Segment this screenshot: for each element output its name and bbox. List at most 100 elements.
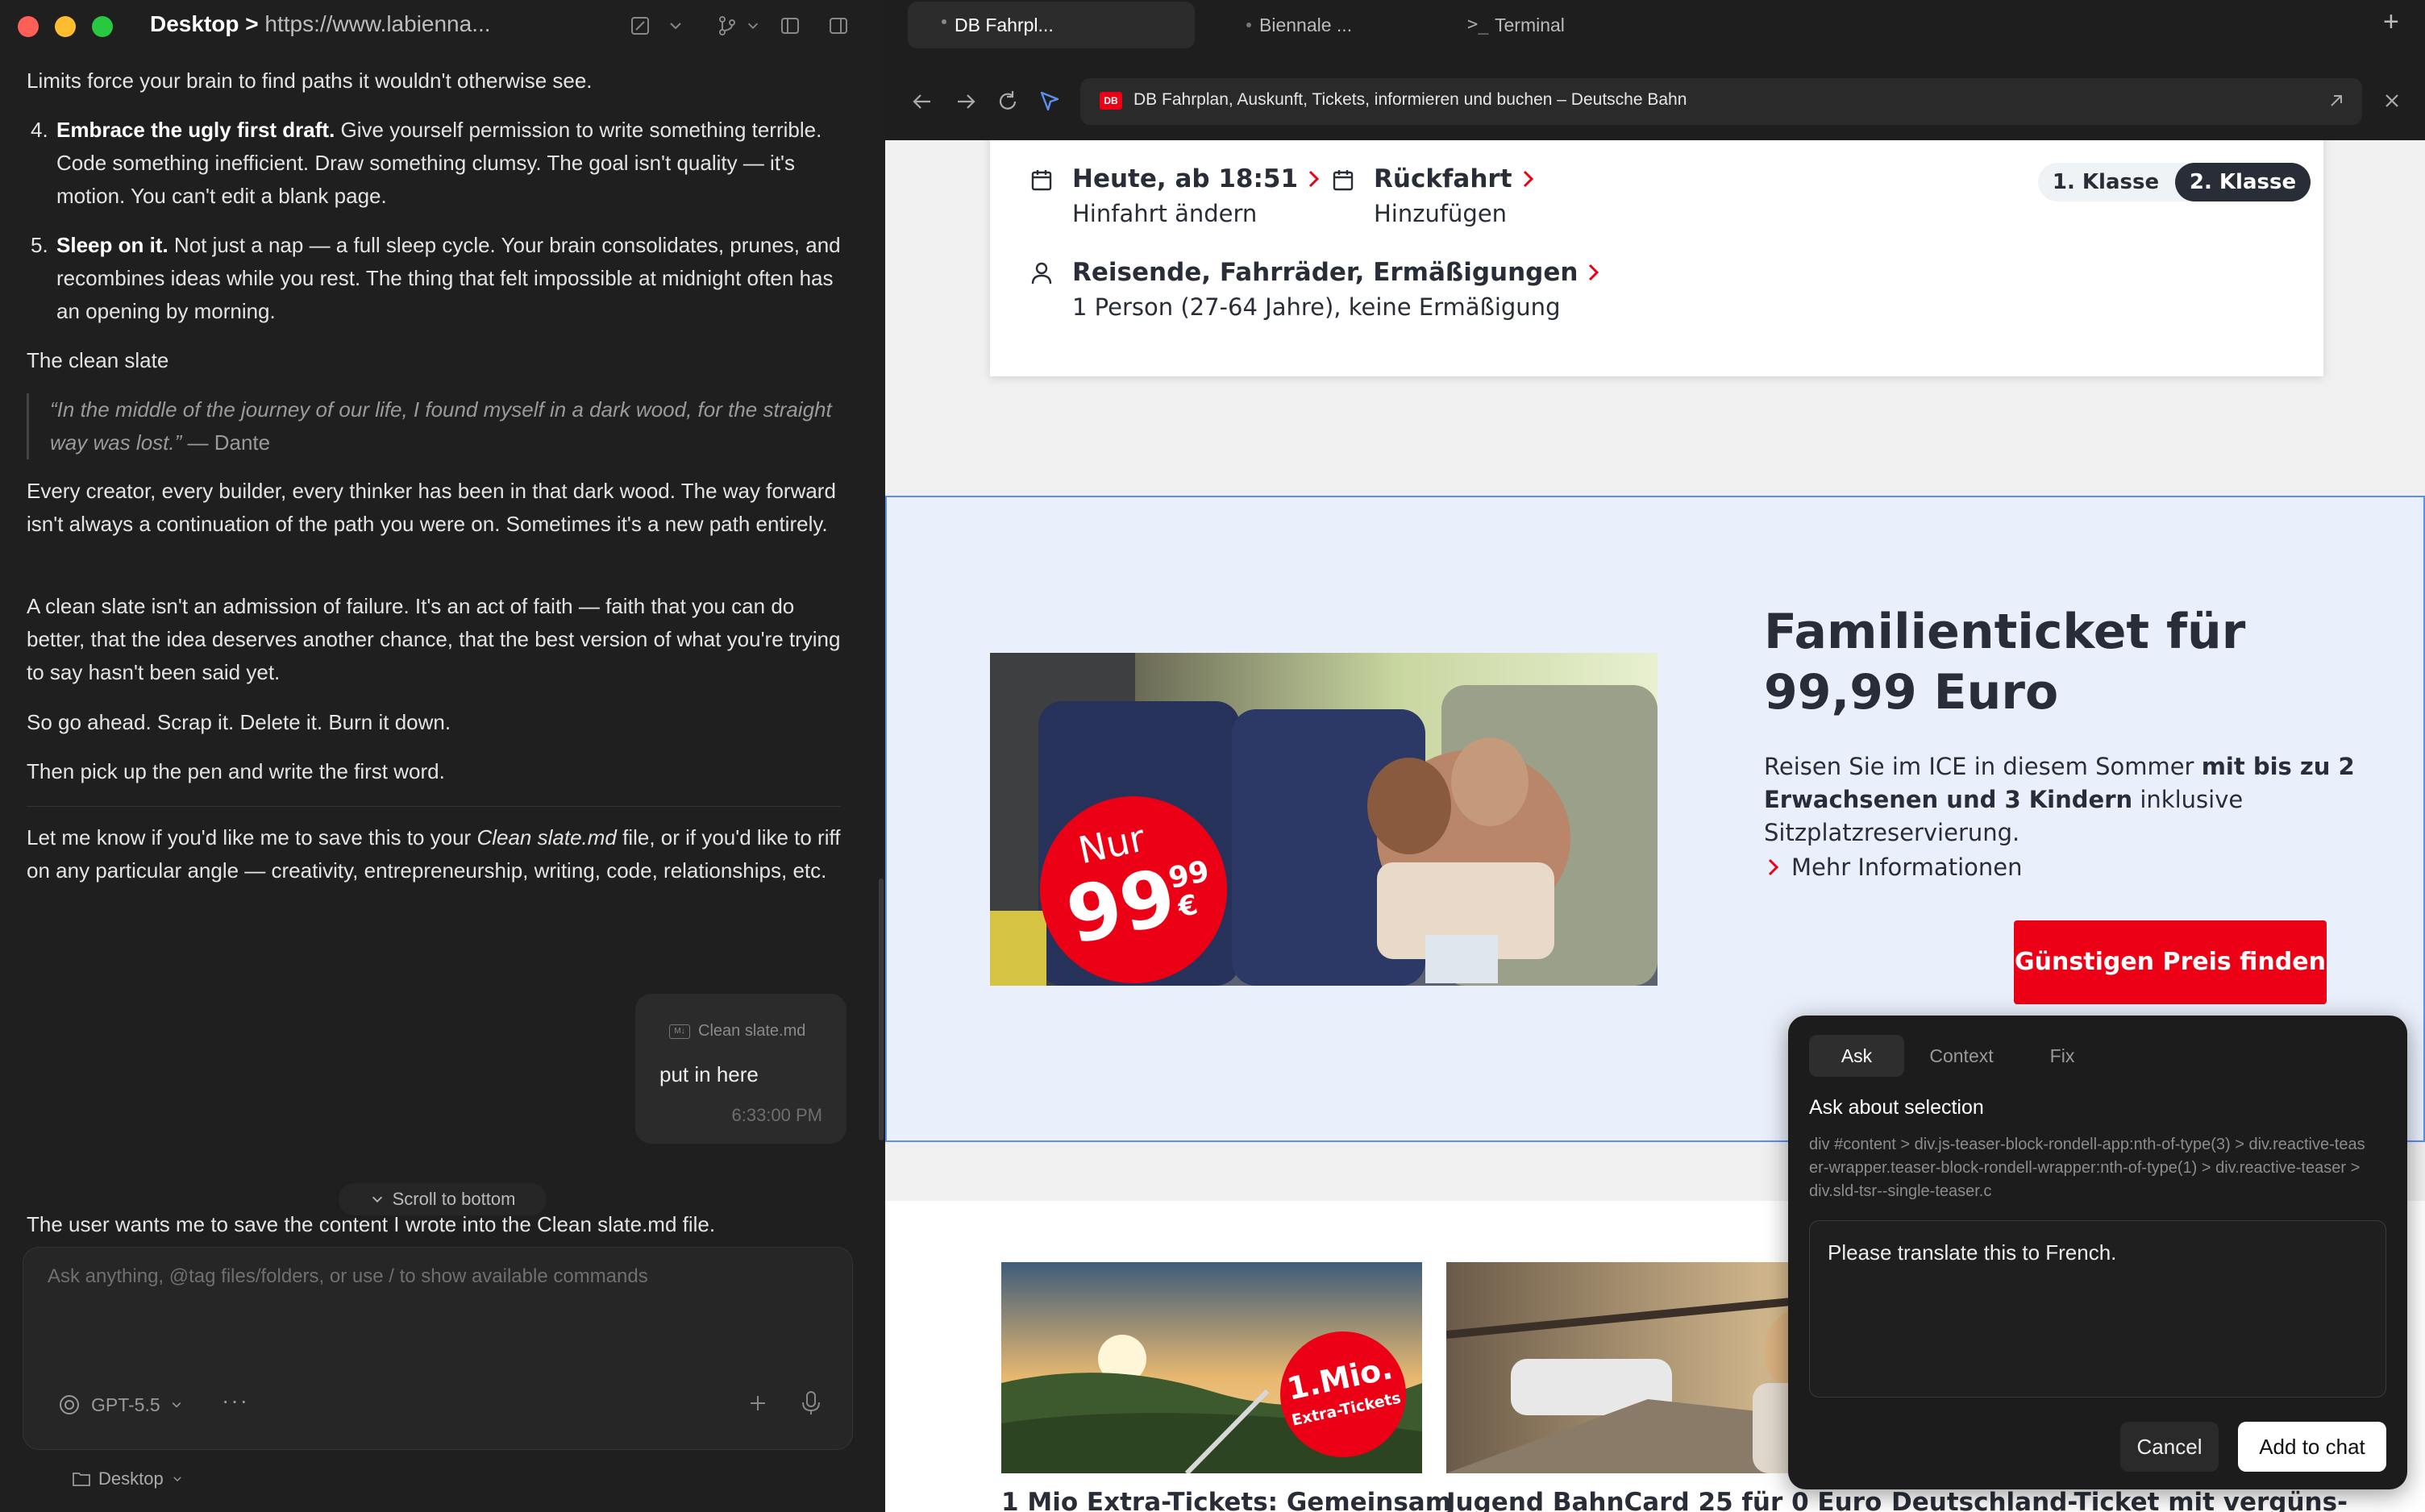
list-item-title: Sleep on it. bbox=[56, 233, 168, 257]
new-tab-button[interactable]: + bbox=[2383, 6, 2399, 38]
class-2-option[interactable]: 2. Klasse bbox=[2175, 163, 2311, 201]
list-number: 4. bbox=[31, 118, 48, 142]
close-window-button[interactable] bbox=[18, 16, 39, 37]
chevron-right-icon bbox=[1523, 170, 1533, 188]
scroll-to-bottom-button[interactable]: Scroll to bottom bbox=[339, 1183, 547, 1215]
more-info-label: Mehr Informationen bbox=[1791, 854, 2023, 881]
tab-label: Terminal bbox=[1495, 14, 1565, 35]
offer-card-title[interactable]: Jugend BahnCard 25 für 0 Euro bbox=[1446, 1488, 1882, 1512]
tab-fix[interactable]: Fix bbox=[2022, 1035, 2103, 1077]
user-message: M↓ Clean slate.md put in here 6:33:00 PM bbox=[635, 994, 846, 1144]
chevron-down-icon bbox=[172, 1402, 181, 1408]
travellers-link[interactable]: Reisende, Fahrräder, Ermäßigungen bbox=[1072, 258, 1602, 287]
chevron-right-icon bbox=[1768, 858, 1779, 876]
list-item: Embrace the ugly first draft. Give yours… bbox=[56, 114, 842, 213]
element-picker-icon[interactable] bbox=[1037, 89, 1063, 114]
list-item: Sleep on it. Not just a nap — a full sle… bbox=[56, 229, 842, 328]
openai-icon bbox=[60, 1395, 79, 1414]
chat-transcript: Limits force your brain to find paths it… bbox=[0, 52, 885, 1228]
chevron-right-icon bbox=[1308, 170, 1320, 188]
file-reference: Clean slate.md bbox=[476, 825, 617, 849]
sidebar-left-icon[interactable] bbox=[776, 11, 805, 40]
list-item-title: Embrace the ugly first draft. bbox=[56, 118, 335, 142]
maximize-window-button[interactable] bbox=[92, 16, 113, 37]
message-line: Limits force your brain to find paths it… bbox=[27, 69, 593, 93]
browser-tab[interactable]: >_ Terminal bbox=[1450, 2, 1691, 48]
streaming-message: The user wants me to save the content I … bbox=[27, 1212, 716, 1236]
assistant-followup: Let me know if you'd like me to save thi… bbox=[27, 821, 841, 887]
outbound-date-link[interactable]: Heute, ab 18:51 bbox=[1072, 164, 1322, 193]
outbound-sub[interactable]: Hinfahrt ändern bbox=[1072, 200, 1257, 227]
badge-euro: € bbox=[1175, 888, 1201, 924]
chevron-down-icon[interactable] bbox=[661, 11, 690, 40]
composer-input[interactable]: Ask anything, @tag files/folders, or use… bbox=[48, 1265, 648, 1288]
offer-card-title[interactable]: Deutschland-Ticket mit vergüns- bbox=[1891, 1488, 2348, 1512]
more-info-link[interactable]: Mehr Informationen bbox=[1766, 854, 2022, 881]
chat-pane: Desktop > https://www.labienna... Limits… bbox=[0, 0, 885, 1512]
plus-icon[interactable] bbox=[746, 1391, 770, 1415]
more-options-button[interactable]: ··· bbox=[222, 1388, 249, 1414]
quote-text: “In the middle of the journey of our lif… bbox=[50, 397, 832, 455]
terminal-icon: >_ bbox=[1467, 15, 1489, 35]
model-selector[interactable]: GPT-5.5 bbox=[57, 1393, 183, 1417]
chevron-down-icon[interactable] bbox=[738, 11, 767, 40]
badge-price: 99 bbox=[1059, 850, 1183, 962]
scroll-to-bottom-label: Scroll to bottom bbox=[392, 1189, 516, 1209]
return-sub[interactable]: Hinzufügen bbox=[1374, 200, 1507, 227]
tab-context[interactable]: Context bbox=[1909, 1035, 2014, 1077]
open-external-icon[interactable] bbox=[2325, 89, 2348, 112]
edit-icon[interactable] bbox=[626, 11, 655, 40]
return-date-link[interactable]: Rückfahrt bbox=[1374, 164, 1537, 193]
microphone-icon[interactable] bbox=[799, 1389, 823, 1417]
offer-card-title[interactable]: 1 Mio Extra-Tickets: Gemeinsam bbox=[1001, 1488, 1451, 1512]
scrollbar[interactable] bbox=[879, 879, 884, 1140]
breadcrumb[interactable]: Desktop > https://www.labienna... bbox=[150, 11, 491, 37]
travellers-label: Reisende, Fahrräder, Ermäßigungen bbox=[1072, 258, 1579, 287]
browser-tab-bar: DB Fahrpl... Biennale ... >_ Terminal + bbox=[885, 0, 2425, 52]
minimize-window-button[interactable] bbox=[55, 16, 76, 37]
paragraph: So go ahead. Scrap it. Delete it. Burn i… bbox=[27, 710, 451, 734]
breadcrumb-url[interactable]: https://www.labienna... bbox=[264, 11, 490, 36]
quote-author: — Dante bbox=[181, 430, 271, 455]
list-item-text: Not just a nap — a full sleep cycle. You… bbox=[56, 233, 841, 323]
sidebar-right-icon[interactable] bbox=[824, 11, 853, 40]
back-icon[interactable] bbox=[909, 89, 935, 114]
class-1-option[interactable]: 1. Klasse bbox=[2038, 163, 2173, 201]
forward-icon[interactable] bbox=[953, 89, 979, 114]
chevron-right-icon bbox=[1589, 264, 1599, 281]
attachment-chip[interactable]: M↓ Clean slate.md bbox=[669, 1015, 805, 1048]
tab-dot-icon bbox=[1246, 23, 1251, 27]
tab-label: Biennale ... bbox=[1259, 14, 1353, 35]
section-heading: The clean slate bbox=[27, 348, 169, 372]
person-icon bbox=[1030, 261, 1053, 285]
reload-icon[interactable] bbox=[995, 89, 1021, 114]
journey-search-card: Heute, ab 18:51 Hinfahrt ändern Rückfahr… bbox=[990, 140, 2323, 376]
branch-icon[interactable] bbox=[713, 11, 742, 40]
address-bar[interactable]: DB DB Fahrplan, Auskunft, Tickets, infor… bbox=[1080, 78, 2362, 125]
message-timestamp: 6:33:00 PM bbox=[731, 1105, 822, 1125]
find-price-button[interactable]: Günstigen Preis finden bbox=[2014, 920, 2327, 1004]
travellers-sub[interactable]: 1 Person (27-64 Jahre), keine Ermäßigung bbox=[1072, 293, 1560, 321]
paragraph: A clean slate isn't an admission of fail… bbox=[27, 594, 841, 684]
tab-dot-icon bbox=[942, 19, 946, 24]
folder-icon bbox=[73, 1473, 90, 1486]
chevron-down-icon bbox=[173, 1477, 181, 1482]
close-icon[interactable] bbox=[2381, 90, 2402, 111]
page-title: DB Fahrplan, Auskunft, Tickets, informie… bbox=[1133, 90, 1687, 109]
workspace-selector[interactable]: Desktop bbox=[73, 1468, 183, 1489]
chat-header: Desktop > https://www.labienna... bbox=[0, 0, 885, 52]
question-input[interactable]: Please translate this to French. bbox=[1809, 1220, 2386, 1398]
cancel-button[interactable]: Cancel bbox=[2120, 1422, 2219, 1472]
teaser-text: Reisen Sie im ICE in diesem Sommer mit b… bbox=[1764, 750, 2361, 849]
browser-tab[interactable]: DB Fahrpl... bbox=[908, 2, 1195, 48]
browser-tab[interactable]: Biennale ... bbox=[1208, 2, 1450, 48]
class-toggle[interactable]: 1. Klasse 2. Klasse bbox=[2038, 163, 2311, 201]
db-favicon: DB bbox=[1100, 92, 1122, 110]
offer-card-image[interactable]: 1.Mio. Extra-Tickets bbox=[1001, 1262, 1422, 1473]
breadcrumb-folder[interactable]: Desktop bbox=[150, 11, 239, 36]
tab-ask[interactable]: Ask bbox=[1809, 1035, 1904, 1077]
add-to-chat-button[interactable]: Add to chat bbox=[2238, 1422, 2386, 1472]
followup-text: Let me know if you'd like me to save thi… bbox=[27, 825, 477, 849]
teaser-text-part: Reisen Sie im ICE in diesem Sommer bbox=[1764, 753, 2202, 780]
composer[interactable]: Ask anything, @tag files/folders, or use… bbox=[23, 1247, 853, 1450]
